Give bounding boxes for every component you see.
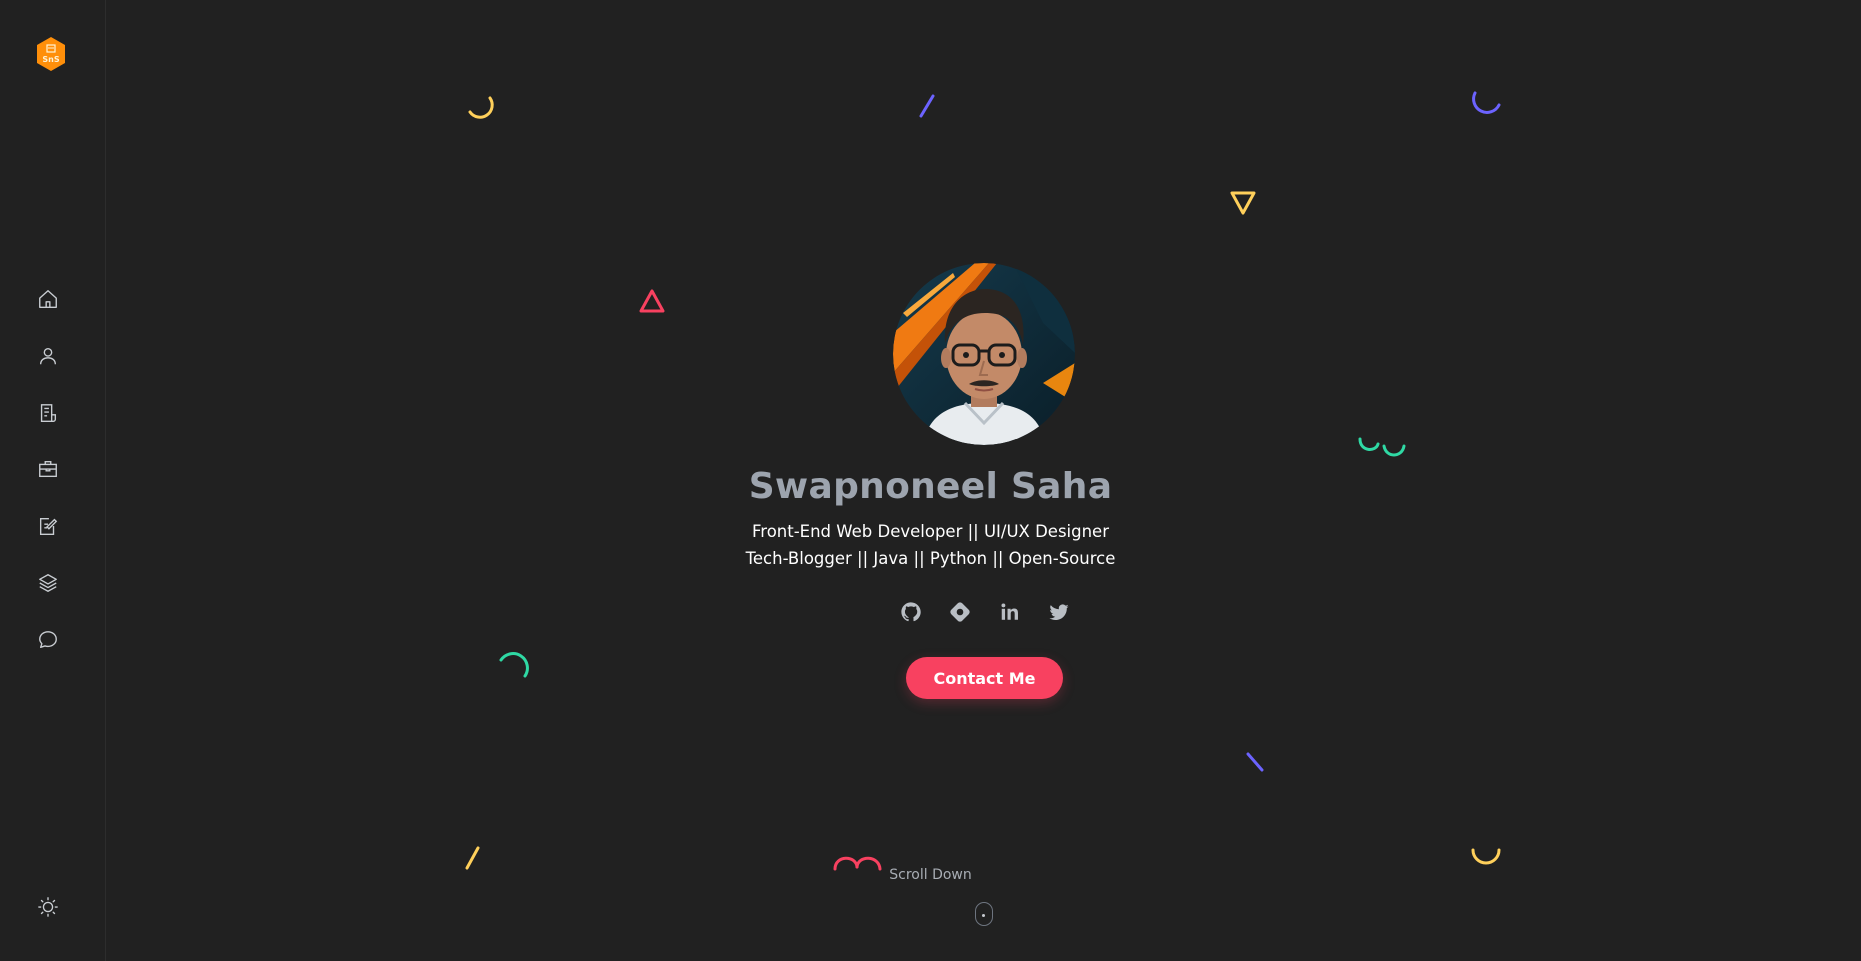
- decor-arc-yellow: [468, 96, 494, 119]
- decor-triangle-yellow: [1230, 191, 1256, 215]
- sidebar-item-resume[interactable]: [33, 398, 63, 428]
- home-icon: [39, 290, 57, 308]
- hero-name: Swapnoneel Saha: [748, 466, 1113, 507]
- sidebar-item-home[interactable]: [33, 284, 63, 314]
- hashnode-icon: [950, 602, 970, 622]
- hashnode-link[interactable]: [948, 600, 972, 624]
- github-link[interactable]: [899, 600, 923, 624]
- layers-icon: [39, 574, 57, 592]
- sun-icon: [38, 897, 58, 917]
- decor-arc-purple: [1472, 91, 1501, 114]
- theme-toggle-button[interactable]: [33, 892, 63, 922]
- linkedin-link[interactable]: [998, 600, 1022, 624]
- logo-text: SnS: [42, 55, 60, 64]
- sidebar-item-about[interactable]: [33, 341, 63, 371]
- social-links: [895, 598, 1075, 626]
- chat-icon: [39, 631, 57, 649]
- hero-subtitle-line2: Tech-Blogger || Java || Python || Open-S…: [745, 549, 1116, 568]
- decor-triangle-red: [639, 289, 665, 313]
- decor-wave-green: [1358, 437, 1406, 457]
- linkedin-icon: [1001, 603, 1018, 620]
- github-icon: [901, 602, 921, 622]
- decor-dash-purple-2: [1246, 752, 1264, 772]
- scroll-down-label: Scroll Down: [889, 867, 972, 883]
- user-icon: [39, 347, 57, 365]
- twitter-link[interactable]: [1047, 600, 1071, 624]
- document-icon: [40, 404, 57, 422]
- sidebar-item-contact[interactable]: [33, 625, 63, 655]
- scroll-down-mouse-icon[interactable]: [975, 902, 993, 926]
- hero-subtitle-line1: Front-End Web Developer || UI/UX Designe…: [751, 522, 1109, 541]
- twitter-icon: [1049, 604, 1069, 620]
- sidebar-item-services[interactable]: [33, 568, 63, 598]
- site-logo[interactable]: SnS: [35, 36, 67, 72]
- profile-photo: [893, 263, 1075, 445]
- decor-dash-purple: [919, 94, 935, 118]
- decor-arc-green: [499, 652, 529, 678]
- contact-me-button[interactable]: Contact Me: [906, 657, 1063, 699]
